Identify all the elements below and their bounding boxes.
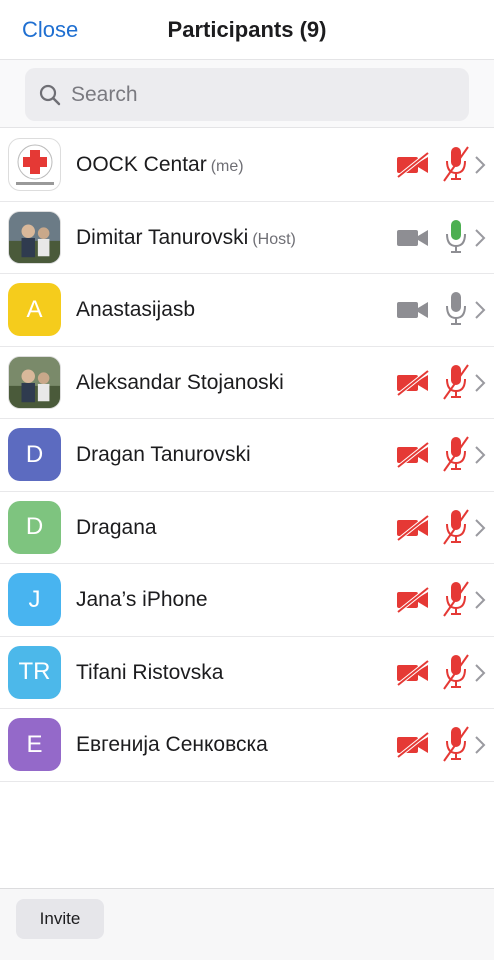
chevron-right-icon[interactable]: [474, 228, 486, 253]
mic-muted-icon[interactable]: [443, 435, 469, 478]
participant-name: Dragana: [76, 515, 157, 539]
chevron-right-icon[interactable]: [474, 300, 486, 325]
chevron-right-icon[interactable]: [474, 590, 486, 615]
mic-muted-icon[interactable]: [443, 145, 469, 188]
participant-row[interactable]: TR Tifani Ristovska: [0, 637, 494, 709]
avatar: [8, 355, 61, 409]
participant-name: Dimitar Tanurovski: [76, 225, 249, 249]
avatar: [8, 138, 61, 191]
search-input[interactable]: [71, 82, 431, 107]
avatar: Е: [8, 718, 61, 771]
video-off-icon[interactable]: [396, 441, 430, 473]
video-off-icon[interactable]: [396, 151, 430, 183]
footer-bar: Invite: [0, 888, 494, 960]
participant-row[interactable]: Е Евгенија Сенковска: [0, 709, 494, 782]
participant-row[interactable]: Aleksandar Stojanoski: [0, 347, 494, 419]
mic-icon[interactable]: [443, 290, 469, 333]
participant-row[interactable]: Dimitar Tanurovski (Host): [0, 202, 494, 274]
participant-name-wrap: Anastasijasb: [76, 298, 195, 322]
participant-name-wrap: Dragan Tanurovski: [76, 443, 251, 467]
video-camera-icon[interactable]: [396, 225, 430, 256]
mic-active-icon[interactable]: [443, 218, 469, 261]
participant-row[interactable]: D Dragan Tanurovski: [0, 419, 494, 492]
video-off-icon[interactable]: [396, 586, 430, 618]
participant-name-wrap: Евгенија Сенковска: [76, 733, 268, 757]
avatar: J: [8, 573, 61, 626]
participant-name-wrap: OOCK Centar (me): [76, 153, 244, 177]
chevron-right-icon[interactable]: [474, 735, 486, 760]
search-section: [0, 60, 494, 128]
video-off-icon[interactable]: [396, 513, 430, 546]
avatar: [8, 210, 61, 264]
chevron-right-icon[interactable]: [474, 373, 486, 398]
video-off-icon[interactable]: [396, 731, 430, 763]
participant-name-wrap: Dragana: [76, 516, 157, 540]
video-off-icon[interactable]: [396, 368, 430, 401]
avatar: D: [8, 500, 61, 554]
avatar: D: [8, 428, 61, 481]
participant-list: OOCK Centar (me) Dimitar Tanurovski (Host) A…: [0, 129, 494, 782]
participant-name-wrap: Dimitar Tanurovski (Host): [76, 226, 296, 250]
search-icon: [39, 84, 61, 105]
header-bar: Close Participants (9): [0, 0, 494, 60]
participant-name: Aleksandar Stojanoski: [76, 370, 284, 394]
participant-name: Евгенија Сенковска: [76, 733, 268, 756]
search-box[interactable]: [25, 68, 469, 121]
mic-muted-icon[interactable]: [443, 653, 469, 696]
participant-name: Dragan Tanurovski: [76, 443, 251, 466]
mic-muted-icon[interactable]: [443, 363, 469, 406]
participant-name: Anastasijasb: [76, 298, 196, 321]
participant-row[interactable]: J Jana’s iPhone: [0, 564, 494, 637]
video-off-icon[interactable]: [396, 658, 430, 691]
participant-name: Jana’s iPhone: [76, 588, 208, 611]
mic-muted-icon[interactable]: [443, 508, 469, 551]
participant-name: OOCK Centar: [76, 153, 207, 176]
invite-button[interactable]: Invite: [16, 899, 104, 939]
participant-row[interactable]: OOCK Centar (me): [0, 129, 494, 202]
participant-name: Tifani Ristovska: [76, 660, 224, 684]
chevron-right-icon[interactable]: [474, 663, 486, 688]
chevron-right-icon[interactable]: [474, 518, 486, 543]
participant-role-tag: (me): [210, 158, 244, 175]
participant-name-wrap: Tifani Ristovska: [76, 661, 223, 685]
participant-row[interactable]: A Anastasijasb: [0, 274, 494, 347]
page-title: Participants (9): [167, 17, 327, 42]
chevron-right-icon[interactable]: [474, 445, 486, 470]
participant-row[interactable]: D Dragana: [0, 492, 494, 564]
avatar: A: [8, 283, 61, 336]
video-camera-icon[interactable]: [396, 297, 430, 328]
participant-role-tag: (Host): [252, 230, 296, 248]
chevron-right-icon[interactable]: [474, 155, 486, 180]
mic-muted-icon[interactable]: [443, 580, 469, 623]
avatar: TR: [8, 645, 61, 699]
participant-name-wrap: Aleksandar Stojanoski: [76, 371, 284, 395]
participant-name-wrap: Jana’s iPhone: [76, 588, 208, 612]
mic-muted-icon[interactable]: [443, 725, 469, 768]
